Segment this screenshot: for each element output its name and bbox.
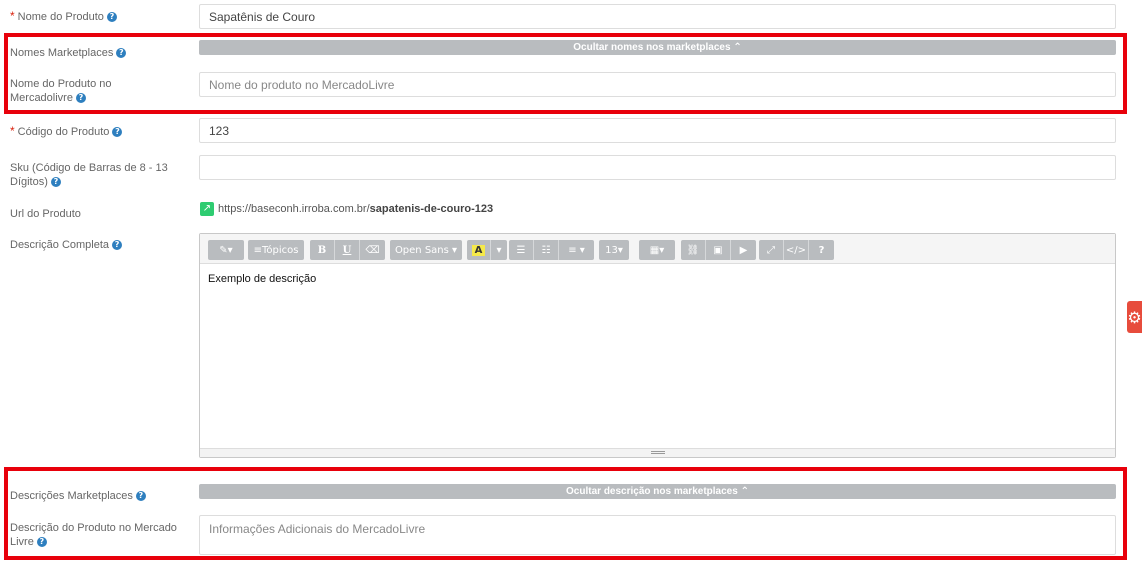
product-url: ↗ https://baseconh.irroba.com.br/sapateni…: [200, 202, 493, 216]
image-icon[interactable]: ▣: [706, 240, 731, 260]
ml-name-label: Nome do Produto no Mercadolivre?: [10, 78, 112, 104]
editor-content[interactable]: Exemplo de descrição: [200, 264, 1115, 294]
ml-name-input[interactable]: Nome do produto no MercadoLivre: [199, 72, 1116, 97]
help-icon[interactable]: ?: [135, 491, 146, 502]
insert-group: ⛓ ▣ ▶: [681, 240, 756, 260]
table-icon: ▦▾: [649, 244, 665, 256]
help-icon[interactable]: ?: [50, 177, 61, 188]
font-size-dropdown[interactable]: 13 ▾: [599, 240, 629, 260]
help-icon[interactable]: ?: [36, 537, 47, 548]
marketplace-desc-label: Descrições Marketplaces?: [10, 489, 146, 503]
list-group: ☰ ☷ ≡ ▾: [509, 240, 594, 260]
paragraph-icon: ≡: [253, 244, 262, 256]
sku-label: Sku (Código de Barras de 8 - 13 Dígitos)…: [10, 162, 168, 188]
ml-desc-textarea[interactable]: Informações Adicionais do MercadoLivre: [199, 515, 1116, 555]
format-group: B U ⌫: [310, 240, 385, 260]
help-icon[interactable]: ?: [112, 240, 123, 251]
description-editor[interactable]: ✎▾ ≡ Tópicos B U ⌫ Open Sans ▾ A ▾ ☰ ☷ ≡ …: [199, 233, 1116, 458]
font-color-icon: A: [471, 244, 486, 256]
topics-dropdown[interactable]: ≡ Tópicos: [248, 240, 304, 260]
table-dropdown[interactable]: ▦▾: [639, 240, 675, 260]
view-group: ⤢ </> ?: [759, 240, 834, 260]
product-url-label: Url do Produto: [10, 208, 81, 220]
ml-desc-label: Descrição do Produto no Mercado Livre?: [10, 522, 177, 548]
bold-button[interactable]: B: [310, 240, 335, 260]
help-icon[interactable]: ?: [112, 127, 123, 138]
hide-marketplace-names-toggle[interactable]: Ocultar nomes nos marketplaces ⌃: [199, 40, 1116, 55]
product-name-input[interactable]: Sapatênis de Couro: [199, 4, 1116, 29]
link-icon[interactable]: ⛓: [681, 240, 706, 260]
hide-marketplace-desc-toggle[interactable]: Ocultar descrição nos marketplaces ⌃: [199, 484, 1116, 499]
video-icon[interactable]: ▶: [731, 240, 756, 260]
color-group: A ▾: [467, 240, 507, 260]
product-code-label: * Código do Produto?: [10, 124, 123, 139]
help-button[interactable]: ?: [809, 240, 834, 260]
underline-button[interactable]: U: [335, 240, 360, 260]
fullscreen-icon[interactable]: ⤢: [759, 240, 784, 260]
numbered-list-icon[interactable]: ☷: [534, 240, 559, 260]
marketplace-names-label: Nomes Marketplaces?: [10, 46, 127, 60]
help-icon[interactable]: ?: [75, 93, 86, 104]
resize-handle[interactable]: [200, 448, 1115, 457]
chevron-up-icon: ⌃: [740, 486, 749, 497]
description-label: Descrição Completa?: [10, 238, 123, 252]
color-dropdown-button[interactable]: ▾: [491, 240, 507, 260]
code-view-icon[interactable]: </>: [784, 240, 809, 260]
magic-icon: ✎▾: [219, 244, 233, 256]
external-link-icon[interactable]: ↗: [200, 202, 214, 216]
style-dropdown[interactable]: ✎▾: [208, 240, 244, 260]
gear-icon: ⚙: [1127, 307, 1142, 327]
align-dropdown[interactable]: ≡ ▾: [559, 240, 594, 260]
text-color-button[interactable]: A: [467, 240, 491, 260]
font-family-dropdown[interactable]: Open Sans ▾: [390, 240, 462, 260]
help-icon[interactable]: ?: [116, 48, 127, 59]
bullet-list-icon[interactable]: ☰: [509, 240, 534, 260]
chevron-up-icon: ⌃: [733, 42, 742, 53]
sku-input[interactable]: [199, 155, 1116, 180]
product-code-input[interactable]: 123: [199, 118, 1116, 143]
editor-toolbar: ✎▾ ≡ Tópicos B U ⌫ Open Sans ▾ A ▾ ☰ ☷ ≡ …: [200, 234, 1115, 264]
settings-side-tab[interactable]: ⚙: [1127, 301, 1142, 333]
product-name-label: * Nome do Produto?: [10, 9, 117, 24]
eraser-icon[interactable]: ⌫: [360, 240, 385, 260]
help-icon[interactable]: ?: [106, 12, 117, 23]
